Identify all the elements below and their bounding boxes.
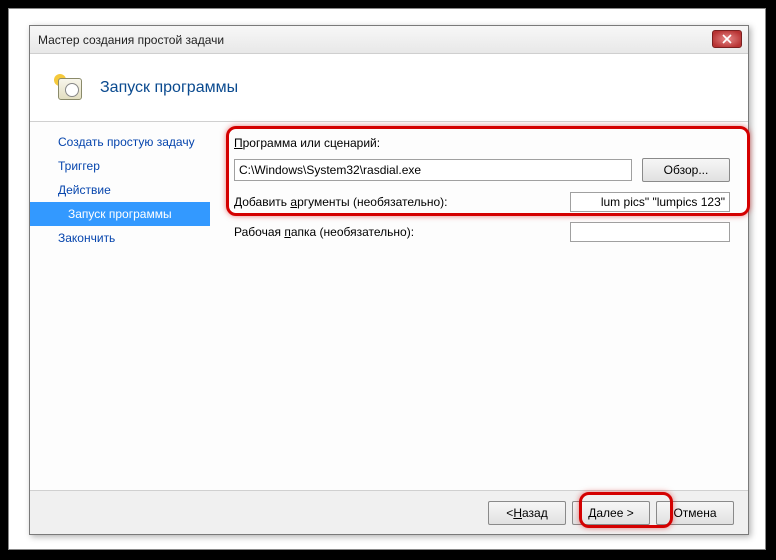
browse-button[interactable]: Обзор... bbox=[642, 158, 730, 182]
workdir-label: Рабочая папка (необязательно): bbox=[234, 225, 414, 239]
page-title: Запуск программы bbox=[100, 79, 238, 97]
window-title: Мастер создания простой задачи bbox=[38, 33, 224, 47]
program-input-row: Обзор... bbox=[234, 158, 730, 182]
sidebar-item-finish[interactable]: Закончить bbox=[30, 226, 210, 250]
wizard-sidebar: Создать простую задачу Триггер Действие … bbox=[30, 122, 210, 490]
program-label: Программа или сценарий: bbox=[234, 136, 380, 150]
cancel-button[interactable]: Отмена bbox=[656, 501, 734, 525]
program-label-row: Программа или сценарий: bbox=[234, 136, 730, 150]
titlebar: Мастер создания простой задачи bbox=[30, 26, 748, 54]
workdir-row: Рабочая папка (необязательно): bbox=[234, 222, 730, 242]
screenshot-frame: Мастер создания простой задачи Запуск пр… bbox=[8, 8, 766, 550]
wizard-content: Программа или сценарий: Обзор... Добавит… bbox=[216, 122, 748, 490]
next-button[interactable]: Далее > bbox=[572, 501, 650, 525]
sidebar-item-trigger[interactable]: Триггер bbox=[30, 154, 210, 178]
arguments-label: Добавить аргументы (необязательно): bbox=[234, 195, 448, 209]
wizard-window: Мастер создания простой задачи Запуск пр… bbox=[29, 25, 749, 535]
wizard-header: Запуск программы bbox=[30, 54, 748, 122]
back-button[interactable]: < Назад bbox=[488, 501, 566, 525]
wizard-footer: < Назад Далее > Отмена bbox=[30, 490, 748, 534]
sidebar-item-start-program[interactable]: Запуск программы bbox=[30, 202, 210, 226]
sidebar-item-create-task[interactable]: Создать простую задачу bbox=[30, 130, 210, 154]
workdir-input[interactable] bbox=[570, 222, 730, 242]
arguments-row: Добавить аргументы (необязательно): bbox=[234, 192, 730, 212]
task-scheduler-icon bbox=[52, 72, 84, 104]
close-button[interactable] bbox=[712, 30, 742, 48]
sidebar-item-action[interactable]: Действие bbox=[30, 178, 210, 202]
close-icon bbox=[722, 34, 732, 44]
arguments-input[interactable] bbox=[570, 192, 730, 212]
wizard-body: Создать простую задачу Триггер Действие … bbox=[30, 122, 748, 490]
program-path-input[interactable] bbox=[234, 159, 632, 181]
